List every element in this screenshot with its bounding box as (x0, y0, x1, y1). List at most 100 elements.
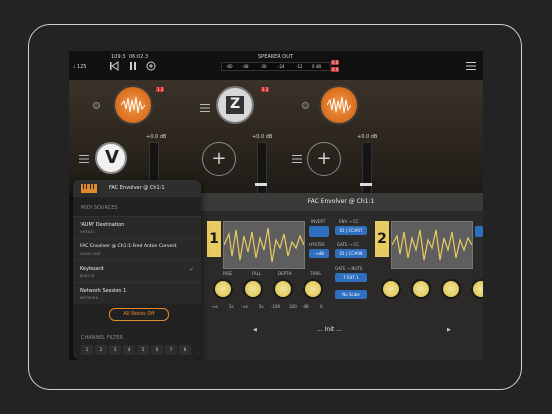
section-1-tab[interactable]: 1 (207, 221, 221, 257)
next-preset-arrow[interactable]: ▶ (447, 327, 451, 333)
fader-handle[interactable] (360, 183, 372, 186)
knob-scale: -∞s (241, 304, 248, 309)
waveform-icon (327, 96, 351, 114)
node-gain: +0.0 dB (252, 134, 273, 140)
knob-label: DEPTH (278, 271, 292, 276)
add-node-button[interactable]: + (202, 142, 236, 176)
rise-knob[interactable] (213, 279, 233, 299)
section-label: MIDI SOURCES (81, 205, 118, 211)
depth-knob[interactable] (273, 279, 293, 299)
envolver-logo: V (105, 147, 119, 168)
node-gain: +0.0 dB (146, 134, 167, 140)
envelope-waveform (391, 229, 473, 261)
knob-scale: -∞s (211, 304, 218, 309)
menu-icon[interactable] (200, 103, 210, 113)
knob-scale: -100 (271, 304, 281, 309)
record-add-icon[interactable] (146, 61, 156, 71)
midi-sources-popup: FAC Envolver @ Ch1:1 MIDI SOURCES 'AUM' … (73, 180, 201, 360)
node-gain: +0.0 dB (357, 134, 378, 140)
channel-button[interactable]: 3 (109, 345, 121, 355)
fall-knob[interactable] (243, 279, 263, 299)
popup-title: FAC Envolver @ Ch1:1 (109, 185, 165, 191)
add-node-button[interactable]: + (307, 142, 341, 176)
plugin-title[interactable]: FAC Envolver @ Ch1:1 (199, 193, 483, 211)
menu-icon[interactable] (79, 154, 89, 164)
gate-cc-button[interactable]: 01 | CC#08 (335, 249, 367, 258)
popup-header: FAC Envolver @ Ch1:1 (73, 180, 201, 197)
source-type: BUILT-IN (80, 274, 95, 278)
envolver-node[interactable]: V (95, 142, 127, 174)
pause-icon[interactable] (128, 61, 138, 71)
source-type: AUDIO UNIT (80, 252, 101, 256)
volume-fader[interactable] (255, 142, 267, 194)
keyboard-icon (81, 184, 97, 193)
tremor-logo: Z (230, 96, 241, 112)
hyster-button[interactable]: -∞dB (309, 249, 329, 258)
channel-button[interactable]: 7 (165, 345, 177, 355)
rise-knob-2[interactable] (381, 279, 401, 299)
envelope-display (223, 221, 305, 269)
depth-knob-2[interactable] (441, 279, 461, 299)
channel-button[interactable]: 6 (151, 345, 163, 355)
tremor-node[interactable]: Z (216, 86, 254, 124)
gate-note-label: GATE → NOTE (335, 266, 363, 271)
channel-filter-label: CHANNEL FILTER (81, 335, 123, 341)
transport-bar: ♩ 125 109:3 06:02.3 SPEAKER OUT -60 -48 … (69, 51, 483, 81)
source-row[interactable]: FAC Envolver @ Ch1:1:Fred Anton Corvest … (73, 238, 201, 260)
mixer-area: 1 2 V +0.0 dB Z 1 2 + +0.0 dB + +0.0 dB (69, 80, 483, 194)
knob-scale: 0 (320, 304, 323, 309)
meter-tick: -24 (278, 64, 285, 69)
source-name: Network Session 1 (80, 288, 127, 294)
plus-icon: + (211, 148, 227, 169)
channel-button[interactable]: 1 (81, 345, 93, 355)
invert-toggle-2[interactable] (475, 226, 483, 237)
channel-button[interactable]: 8 (179, 345, 191, 355)
knob-label: FALL (252, 271, 262, 276)
channel-dot[interactable] (302, 102, 309, 109)
audio-node-2[interactable] (319, 85, 359, 125)
thrs-knob-2[interactable] (471, 279, 483, 299)
envelope-display (391, 221, 473, 269)
thrs-knob[interactable] (303, 279, 323, 299)
fall-knob-2[interactable] (411, 279, 431, 299)
section-2-tab[interactable]: 2 (375, 221, 389, 257)
env-cc-button[interactable]: 01 | CC#07 (335, 226, 367, 235)
preset-name[interactable]: ... Init ... (317, 326, 342, 333)
clip-indicator-right[interactable]: 0.0 (331, 67, 340, 72)
source-type: NETWORK (80, 296, 98, 300)
fader-handle[interactable] (255, 183, 267, 186)
clip-indicator-left[interactable]: 0.0 (331, 60, 340, 65)
menu-icon[interactable] (292, 154, 302, 164)
env-cc-label: ENV → CC (339, 219, 359, 224)
source-row[interactable]: Network Session 1 NETWORK (73, 282, 201, 304)
time-label: 06:02.3 (129, 54, 149, 60)
channel-button[interactable]: 2 (95, 345, 107, 355)
knob-label: THRS (310, 271, 321, 276)
meter-tick: -12 (296, 64, 303, 69)
knob-scale: -48 (302, 304, 309, 309)
plugin-window: FAC Envolver @ Ch1:1 1 INVERT HYSTER -∞d… (199, 193, 483, 360)
output-label[interactable]: SPEAKER OUT (258, 54, 293, 60)
meter-tick: 0 dB (312, 64, 322, 69)
invert-toggle[interactable] (309, 226, 329, 237)
meter-tick: -36 (260, 64, 267, 69)
prev-preset-arrow[interactable]: ◀ (253, 327, 257, 333)
audio-node-1[interactable] (113, 85, 153, 125)
menu-icon[interactable] (465, 61, 477, 71)
all-notes-off-button[interactable]: All Notes Off (109, 308, 169, 321)
source-row[interactable]: Keyboard BUILT-IN ✓ (73, 260, 201, 282)
meter-tick: -48 (242, 64, 249, 69)
waveform-icon (121, 96, 145, 114)
channel-dot[interactable] (93, 102, 100, 109)
scale-button[interactable]: No Scale (335, 290, 367, 299)
channel-button[interactable]: 5 (137, 345, 149, 355)
position-label: 109:3 (111, 54, 126, 60)
app-screen: ♩ 125 109:3 06:02.3 SPEAKER OUT -60 -48 … (69, 51, 483, 360)
gate-note-button[interactable]: T EXT 1 (335, 273, 367, 282)
tempo-label[interactable]: ♩ 125 (73, 64, 87, 70)
volume-fader[interactable] (360, 142, 372, 194)
source-row[interactable]: 'AUM' Destination VIRTUAL (73, 216, 201, 238)
rewind-icon[interactable] (109, 61, 119, 71)
channel-button[interactable]: 4 (123, 345, 135, 355)
envelope-waveform (223, 227, 305, 263)
